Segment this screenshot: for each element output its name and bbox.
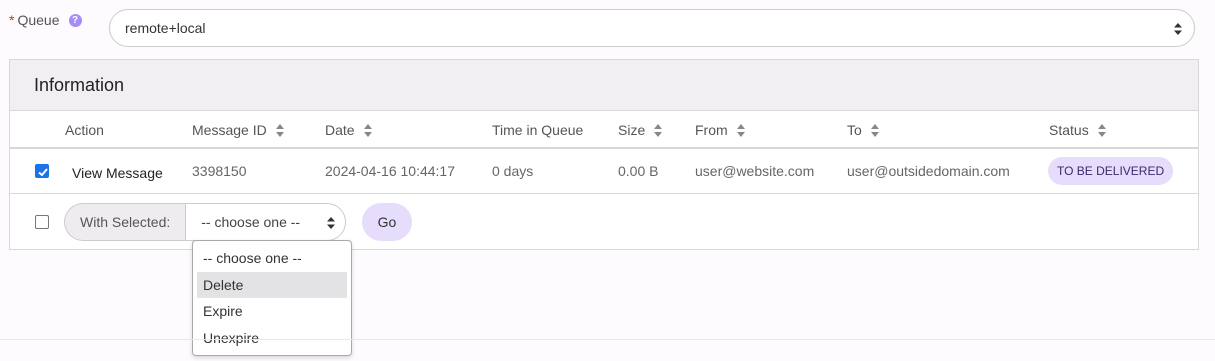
column-label: Status — [1049, 122, 1089, 138]
select-all-checkbox[interactable] — [35, 215, 49, 229]
footer-divider — [0, 339, 1215, 340]
column-header-to[interactable]: To — [847, 122, 879, 138]
column-label: Size — [618, 122, 646, 138]
column-label: To — [847, 122, 862, 138]
dropdown-option-delete[interactable]: Delete — [197, 271, 347, 298]
table-header: Action Message ID Date Time in Queue Siz… — [10, 111, 1198, 149]
bulk-action-select-value: -- choose one -- — [201, 214, 301, 230]
size-cell: 0.00 B — [618, 163, 659, 179]
information-panel: Information Action Message ID Date Time … — [9, 59, 1199, 250]
message-id-cell: 3398150 — [192, 163, 247, 179]
column-label: Time in Queue — [492, 122, 584, 138]
queue-label-text: Queue — [17, 12, 60, 28]
column-header-time-in-queue: Time in Queue — [492, 122, 583, 138]
checkmark-icon — [38, 168, 48, 177]
view-message-link[interactable]: View Message — [72, 165, 163, 181]
column-label: Message ID — [192, 122, 267, 138]
help-icon[interactable]: ? — [68, 13, 82, 27]
column-header-action: Action — [65, 122, 104, 138]
dropdown-option-expire[interactable]: Expire — [197, 298, 347, 325]
column-label: From — [695, 122, 728, 138]
bulk-action-select[interactable]: -- choose one -- — [185, 203, 347, 241]
queue-select-value: remote+local — [125, 20, 206, 36]
to-cell: user@outsidedomain.com — [847, 163, 1010, 179]
dropdown-option-unexpire[interactable]: Unexpire — [197, 325, 347, 352]
sort-icon — [870, 123, 879, 137]
column-header-date[interactable]: Date — [325, 122, 372, 138]
queue-row: * Queue ? remote+local — [0, 0, 1215, 56]
sort-icon — [654, 123, 663, 137]
sort-icon — [275, 123, 284, 137]
column-header-message-id[interactable]: Message ID — [192, 122, 284, 138]
queue-select[interactable]: remote+local — [109, 9, 1195, 47]
column-header-size[interactable]: Size — [618, 122, 663, 138]
queue-label: * Queue ? — [9, 12, 82, 28]
with-selected-group: With Selected: -- choose one -- — [64, 203, 354, 241]
time-in-queue-cell: 0 days — [492, 163, 534, 179]
sort-icon — [363, 123, 372, 137]
column-header-status[interactable]: Status — [1049, 122, 1106, 138]
status-badge: TO BE DELIVERED — [1048, 157, 1174, 185]
row-checkbox[interactable] — [35, 164, 49, 178]
sort-icon — [736, 123, 745, 137]
with-selected-label: With Selected: — [64, 203, 186, 241]
bulk-action-row: With Selected: -- choose one -- Go — [10, 195, 1198, 249]
column-label: Date — [325, 122, 355, 138]
dropdown-option-choose-one[interactable]: -- choose one -- — [197, 245, 347, 272]
select-arrows-icon — [327, 217, 336, 229]
go-button[interactable]: Go — [362, 203, 412, 241]
table-row: View Message 3398150 2024-04-16 10:44:17… — [10, 149, 1198, 194]
panel-title: Information — [10, 60, 1198, 111]
column-header-from[interactable]: From — [695, 122, 745, 138]
from-cell: user@website.com — [695, 163, 815, 179]
date-cell: 2024-04-16 10:44:17 — [325, 163, 455, 179]
required-marker: * — [9, 12, 15, 28]
column-label: Action — [65, 122, 104, 138]
sort-icon — [1097, 123, 1106, 137]
select-arrows-icon — [1174, 23, 1182, 35]
